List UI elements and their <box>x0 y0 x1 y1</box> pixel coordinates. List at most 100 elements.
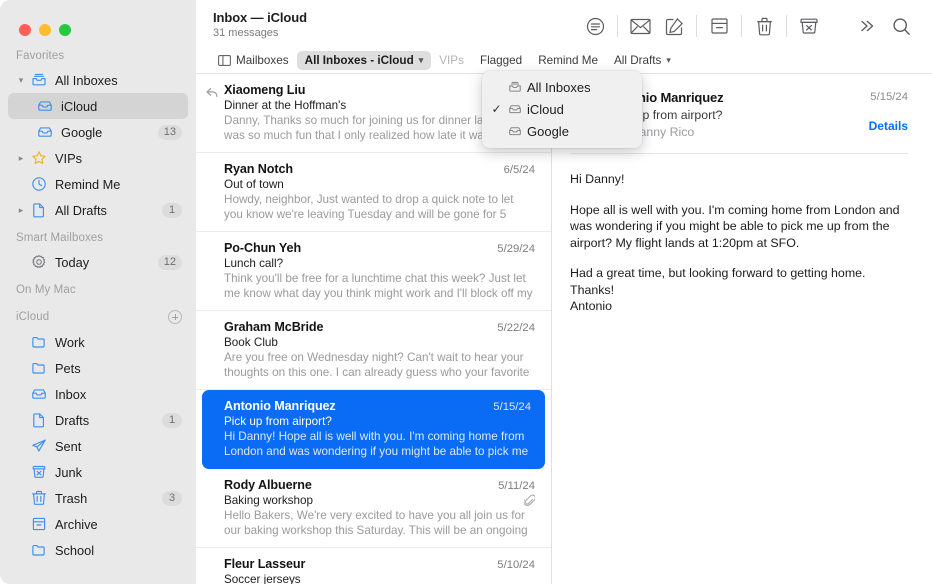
checkmark-icon: ✓ <box>488 102 505 116</box>
message-list[interactable]: Xiaomeng Liu 6/7/24 Dinner at the Hoffma… <box>196 74 552 584</box>
close-button[interactable] <box>19 24 31 36</box>
sidebar-item-google[interactable]: Google13 <box>8 119 188 145</box>
tab-label: VIPs <box>439 54 464 67</box>
more-icon[interactable] <box>850 12 884 40</box>
delete-icon[interactable] <box>747 12 781 40</box>
reading-pane: Antonio Manriquez Pick up from airport? … <box>552 74 932 584</box>
chevron-right-icon[interactable]: ▸ <box>14 153 28 164</box>
message-date: 6/5/24 <box>504 164 535 176</box>
sidebar-item-badge: 1 <box>162 203 182 218</box>
message-subject-line: Out of town <box>224 178 535 191</box>
tab-label: All Drafts <box>614 54 661 67</box>
dropdown-item-all-inboxes[interactable]: All Inboxes <box>482 76 642 98</box>
sidebar-item-label: Work <box>55 335 182 350</box>
send-icon <box>29 438 48 454</box>
junk-icon[interactable] <box>792 12 826 40</box>
sidebar-toggle-icon <box>218 55 231 66</box>
sidebar-item-vips[interactable]: ▸VIPs <box>8 145 188 171</box>
sidebar-item-work[interactable]: Work <box>8 329 188 355</box>
sidebar-section-label: Favorites <box>16 50 64 62</box>
inbox-icon <box>505 102 525 116</box>
message-subject-line: Book Club <box>224 336 535 349</box>
sidebar-item-label: School <box>55 543 182 558</box>
gear-icon <box>29 254 48 270</box>
sidebar-item-trash[interactable]: Trash3 <box>8 485 188 511</box>
tab-remind-me[interactable]: Remind Me <box>530 51 606 70</box>
zoom-button[interactable] <box>59 24 71 36</box>
sidebar-item-school[interactable]: School <box>8 537 188 563</box>
message-count: 31 messages <box>213 27 578 39</box>
tab-mailboxes[interactable]: Mailboxes <box>210 51 297 70</box>
message-preview: Hi Danny! Hope all is well with you. I'm… <box>224 430 531 459</box>
archive-icon[interactable] <box>702 12 736 40</box>
junk-icon <box>29 464 48 480</box>
sidebar-item-pets[interactable]: Pets <box>8 355 188 381</box>
tab-all-drafts[interactable]: All Drafts ▾ <box>606 51 679 70</box>
message-row[interactable]: Fleur Lasseur 5/10/24 Soccer jerseysAre … <box>196 548 551 584</box>
toolbar-divider <box>696 15 697 37</box>
title-block: Inbox — iCloud 31 messages <box>210 8 578 39</box>
add-mailbox-button[interactable] <box>168 310 182 324</box>
tab-vips[interactable]: VIPs <box>431 51 472 70</box>
sidebar-section-label: Smart Mailboxes <box>16 232 103 244</box>
dropdown-item-label: All Inboxes <box>525 80 591 95</box>
sidebar-item-junk[interactable]: Junk <box>8 459 188 485</box>
toolbar: Inbox — iCloud 31 messages <box>196 0 932 48</box>
sidebar-item-remind-me[interactable]: Remind Me <box>8 171 188 197</box>
sidebar-item-all-inboxes[interactable]: ▾All Inboxes <box>8 67 188 93</box>
message-date: 5/15/24 <box>493 401 531 413</box>
tab-all-inboxes-icloud[interactable]: All Inboxes - iCloud▾ <box>297 51 432 70</box>
search-icon[interactable] <box>884 12 918 40</box>
document-icon <box>29 202 48 218</box>
message-row[interactable]: Po-Chun Yeh 5/29/24 Lunch call?Think you… <box>196 232 551 311</box>
message-row[interactable]: Antonio Manriquez 5/15/24 Pick up from a… <box>202 390 545 469</box>
sidebar-item-inbox[interactable]: Inbox <box>8 381 188 407</box>
star-icon <box>29 150 48 166</box>
reader-recipient: To: Danny Rico <box>609 125 869 139</box>
folder-icon <box>29 360 48 376</box>
archive-icon <box>29 516 48 532</box>
sidebar-item-badge: 13 <box>158 125 182 140</box>
message-subject-line: Soccer jerseys <box>224 573 535 584</box>
sidebar-item-all-drafts[interactable]: ▸ All Drafts1 <box>8 197 188 223</box>
mark-unread-icon[interactable] <box>623 12 657 40</box>
sidebar-item-archive[interactable]: Archive <box>8 511 188 537</box>
window-controls <box>0 8 196 41</box>
inbox-icon <box>505 124 525 138</box>
minimize-button[interactable] <box>39 24 51 36</box>
message-subject: Soccer jerseys <box>224 573 535 584</box>
dropdown-item-label: iCloud <box>525 102 564 117</box>
message-preview: Are you free on Wednesday night? Can't w… <box>224 351 535 380</box>
sidebar-item-label: iCloud <box>61 99 182 114</box>
message-row[interactable]: Graham McBride 5/22/24 Book ClubAre you … <box>196 311 551 390</box>
chevron-down-icon[interactable]: ▾ <box>419 55 424 66</box>
sidebar-item-icloud[interactable]: iCloud <box>8 93 188 119</box>
dropdown-item-icloud[interactable]: ✓ iCloud <box>482 98 642 120</box>
tab-label: Mailboxes <box>236 54 289 67</box>
filter-icon[interactable] <box>578 12 612 40</box>
message-sender: Rody Albuerne <box>224 478 490 492</box>
message-row[interactable]: Ryan Notch 6/5/24 Out of town Howdy, neig… <box>196 153 551 232</box>
main-area: Inbox — iCloud 31 messages <box>196 0 932 584</box>
tab-flagged[interactable]: Flagged <box>472 51 530 70</box>
reader-paragraph: Had a great time, but looking forward to… <box>570 265 908 315</box>
sidebar-item-label: Sent <box>55 439 182 454</box>
chevron-down-icon[interactable]: ▾ <box>14 75 28 86</box>
sidebar-item-today[interactable]: Today12 <box>8 249 188 275</box>
dropdown-item-google[interactable]: Google <box>482 120 642 142</box>
details-link[interactable]: Details <box>869 119 908 133</box>
inbox-dropdown-menu[interactable]: All Inboxes ✓ iCloud Google <box>482 71 642 148</box>
chevron-down-icon[interactable]: ▾ <box>666 55 671 66</box>
chevron-right-icon[interactable]: ▸ <box>14 205 28 216</box>
sidebar-item-label: All Drafts <box>55 203 162 218</box>
message-sender: Ryan Notch <box>224 162 496 176</box>
sidebar-item-drafts[interactable]: Drafts1 <box>8 407 188 433</box>
reader-sender: Antonio Manriquez <box>609 90 869 105</box>
toolbar-divider <box>617 15 618 37</box>
message-subject: Out of town <box>224 178 535 191</box>
message-row[interactable]: Rody Albuerne 5/11/24 Baking workshopHel… <box>196 469 551 548</box>
message-subject: Dinner at the Hoffman's <box>224 99 518 112</box>
sidebar-item-sent[interactable]: Sent <box>8 433 188 459</box>
message-preview: Howdy, neighbor, Just wanted to drop a q… <box>224 193 535 222</box>
compose-icon[interactable] <box>657 12 691 40</box>
